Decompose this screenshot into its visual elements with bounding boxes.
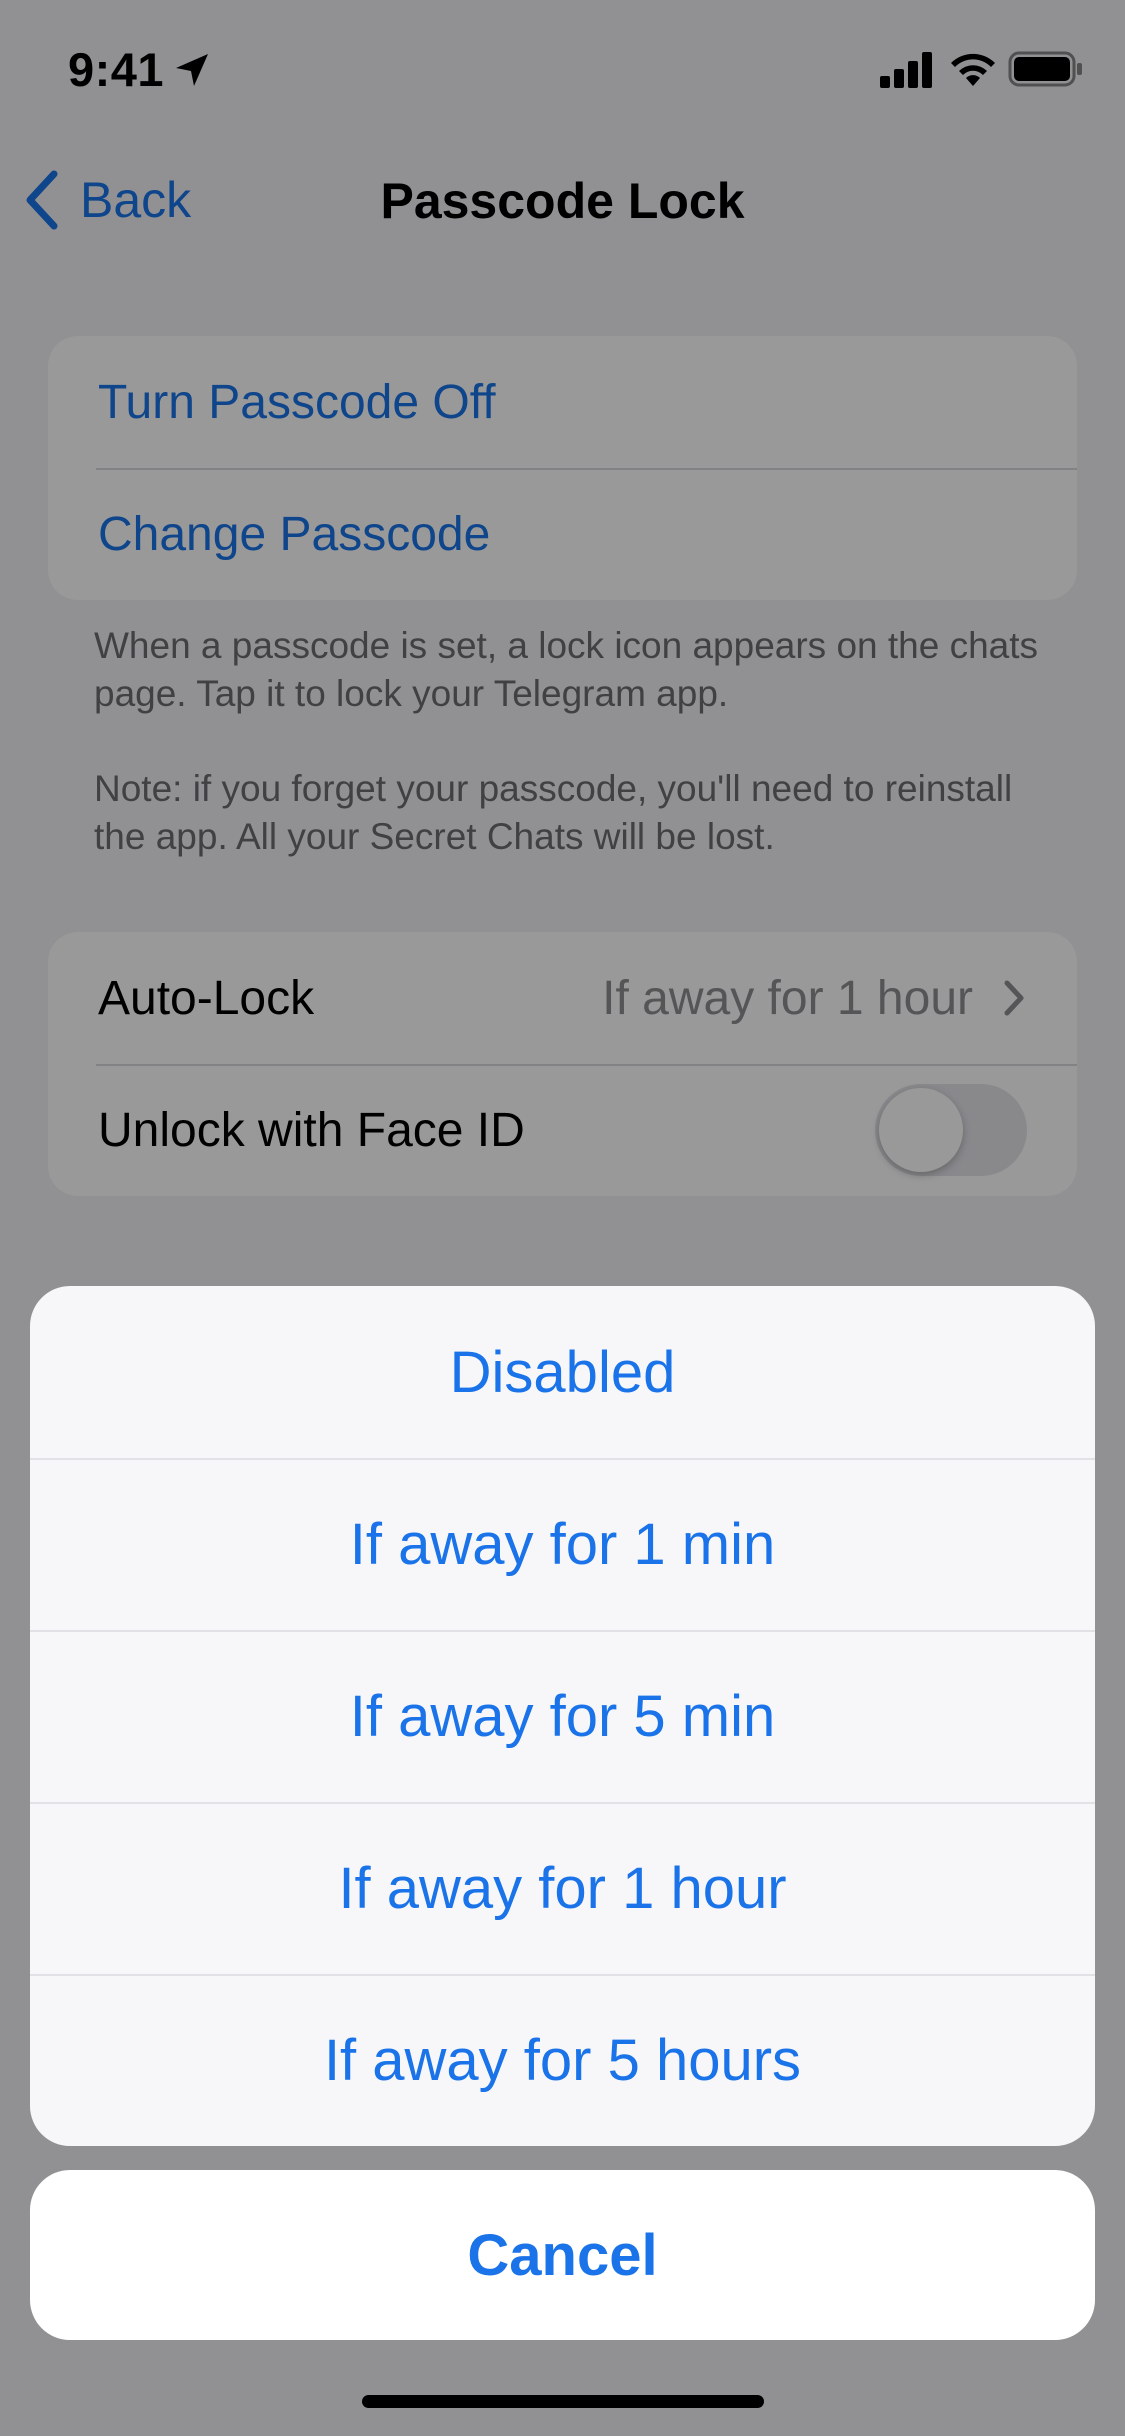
home-indicator[interactable] [362, 2395, 764, 2408]
passcode-lock-screen: 9:41 Back Passcode Lock Turn Passcode Of… [0, 0, 1125, 2436]
auto-lock-action-sheet: Disabled If away for 1 min If away for 5… [30, 1286, 1095, 2146]
option-5-min[interactable]: If away for 5 min [30, 1630, 1095, 1802]
option-1-min[interactable]: If away for 1 min [30, 1458, 1095, 1630]
option-disabled[interactable]: Disabled [30, 1286, 1095, 1458]
option-1-hour[interactable]: If away for 1 hour [30, 1802, 1095, 1974]
cancel-button[interactable]: Cancel [30, 2170, 1095, 2340]
option-5-hours[interactable]: If away for 5 hours [30, 1974, 1095, 2146]
